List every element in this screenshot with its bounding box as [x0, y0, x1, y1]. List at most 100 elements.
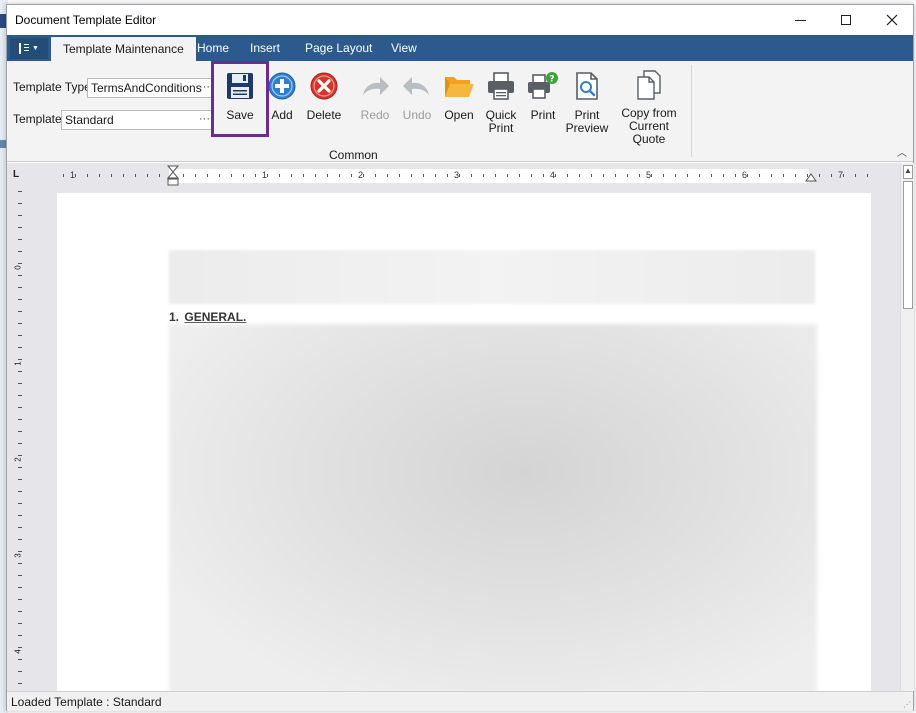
maximize-button[interactable] — [823, 5, 869, 35]
print-preview-button[interactable]: Print Preview — [566, 69, 608, 139]
ruler-number: 2 — [358, 170, 364, 180]
tab-view[interactable]: View — [379, 35, 429, 61]
ruler-tick — [18, 491, 22, 492]
template-type-input[interactable] — [87, 78, 213, 98]
template-input[interactable] — [61, 110, 213, 130]
ruler-number: 4 — [550, 170, 556, 180]
ruler-tick — [18, 467, 22, 468]
ruler-number: 2 — [13, 457, 23, 462]
document-page[interactable]: 1. GENERAL. — [57, 193, 871, 691]
ruler-tick — [18, 335, 22, 336]
save-button[interactable]: Save — [221, 69, 259, 139]
blurred-body-content — [169, 324, 817, 691]
delete-label: Delete — [306, 108, 342, 122]
ruler-tick — [675, 174, 676, 177]
tab-page-layout[interactable]: Page Layout — [293, 35, 384, 61]
close-button[interactable] — [869, 5, 915, 35]
ruler-tick — [351, 174, 352, 177]
print-settings-icon: ? — [526, 69, 560, 103]
application-menu-button[interactable]: ▼ — [10, 38, 48, 59]
tab-template-maintenance[interactable]: Template Maintenance — [51, 37, 196, 61]
ruler-tick — [219, 174, 220, 177]
undo-label: Undo — [402, 108, 432, 122]
ruler-number: 6 — [742, 170, 748, 180]
vertical-ruler[interactable]: 0 1 2 3 4 — [13, 187, 27, 691]
ruler-tick — [18, 215, 22, 216]
ribbon-group-separator — [691, 65, 692, 157]
save-icon — [223, 69, 257, 103]
ruler-tick — [387, 174, 388, 177]
printer-icon — [484, 69, 518, 103]
redo-icon — [358, 69, 392, 103]
blurred-header-content — [169, 250, 815, 304]
template-type-browse-button[interactable]: ··· — [199, 81, 210, 93]
add-button[interactable]: Add — [267, 69, 297, 139]
copy-document-icon — [632, 69, 666, 101]
undo-icon — [400, 69, 434, 103]
ruler-tick — [18, 635, 22, 636]
ruler-tick — [555, 174, 556, 177]
ruler-tick — [567, 174, 568, 177]
ruler-tick — [18, 251, 22, 252]
print-button[interactable]: ? Print — [525, 69, 561, 139]
horizontal-ruler[interactable]: 1 1 2 3 4 5 6 7 — [57, 169, 871, 183]
ruler-tick — [855, 174, 856, 177]
ruler-tick — [18, 575, 22, 576]
ruler-tick — [18, 323, 22, 324]
ruler-number: 3 — [454, 170, 460, 180]
tab-stop-selector[interactable]: L — [13, 169, 27, 183]
document-editor-area[interactable]: L 1 1 2 3 4 5 6 7 0 1 2 3 4 1. GENERAL. — [7, 163, 900, 691]
ruler-tick — [18, 647, 22, 648]
ruler-tick — [18, 587, 22, 588]
add-label: Add — [271, 108, 293, 122]
open-button[interactable]: Open — [441, 69, 477, 139]
delete-button[interactable]: Delete — [305, 69, 343, 139]
ruler-tick — [87, 174, 88, 177]
ruler-number: 7 — [838, 170, 844, 180]
ruler-tick — [255, 174, 256, 177]
scroll-up-icon[interactable]: ▲ — [903, 165, 913, 179]
ruler-number: 3 — [13, 553, 23, 558]
ruler-tick — [603, 174, 604, 177]
right-indent-marker-icon[interactable] — [805, 171, 817, 183]
minimize-button[interactable] — [777, 5, 823, 35]
print-preview-icon — [570, 69, 604, 103]
ruler-tick — [18, 359, 22, 360]
undo-button[interactable]: Undo — [399, 69, 435, 139]
ruler-tick — [519, 174, 520, 177]
scroll-thumb[interactable] — [903, 181, 913, 309]
redo-button[interactable]: Redo — [357, 69, 393, 139]
ruler-tick — [18, 683, 22, 684]
copy-from-current-quote-button[interactable]: Copy from Current Quote — [611, 69, 687, 146]
open-label: Open — [444, 108, 474, 122]
tab-home[interactable]: Home — [185, 35, 241, 61]
ruler-tick — [18, 299, 22, 300]
ruler-tick — [18, 347, 22, 348]
ruler-tick — [711, 174, 712, 177]
group-label-common: Common — [329, 148, 378, 162]
status-bar: Loaded Template : Standard ⋰ — [7, 691, 913, 711]
template-browse-button[interactable]: ··· — [199, 113, 210, 125]
ruler-tick — [615, 174, 616, 177]
quick-print-label-2: Print — [488, 121, 514, 135]
ruler-tick — [639, 174, 640, 177]
collapse-ribbon-icon[interactable]: ︿ — [897, 144, 907, 159]
ruler-number: 1 — [13, 361, 23, 366]
ruler-tick — [18, 539, 22, 540]
ruler-tick — [411, 174, 412, 177]
ruler-tick — [867, 174, 868, 177]
ruler-tick — [18, 563, 22, 564]
ruler-tick — [18, 383, 22, 384]
resize-grip-icon[interactable]: ⋰ — [903, 700, 911, 709]
ruler-tick — [111, 174, 112, 177]
vertical-scrollbar[interactable]: ▲ — [900, 163, 914, 691]
status-text: Loaded Template : Standard — [11, 695, 162, 709]
ruler-tick — [231, 174, 232, 177]
tab-insert[interactable]: Insert — [238, 35, 292, 61]
ruler-tick — [18, 239, 22, 240]
ruler-tick — [435, 174, 436, 177]
quick-print-button[interactable]: Quick Print — [483, 69, 519, 139]
indent-marker-icon[interactable] — [167, 165, 179, 189]
ruler-tick — [159, 174, 160, 177]
ruler-tick — [315, 174, 316, 177]
